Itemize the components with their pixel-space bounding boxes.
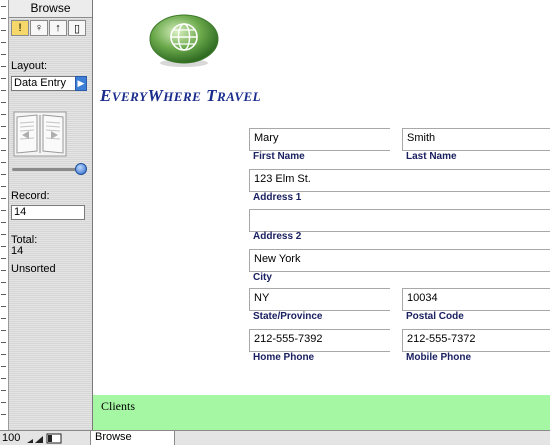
browse-tool-icon[interactable]: ! bbox=[11, 20, 29, 36]
zoom-controls-icon[interactable] bbox=[25, 433, 65, 444]
record-label: Record: bbox=[11, 190, 50, 202]
layout-label: Layout: bbox=[11, 60, 48, 72]
ruler-tick bbox=[1, 54, 6, 55]
ruler-tick bbox=[1, 6, 6, 7]
total-value: 14 bbox=[11, 245, 24, 257]
ruler-tick bbox=[1, 66, 6, 67]
home-phone-label: Home Phone bbox=[253, 352, 315, 363]
city-label: City bbox=[253, 272, 272, 283]
footer-band bbox=[93, 395, 550, 430]
record-book-icon[interactable] bbox=[13, 111, 67, 157]
ruler-tick bbox=[1, 378, 6, 379]
status-area: Browse ! ♀ ↑ ▯ Layout: Data Entry ▶ Reco… bbox=[9, 0, 93, 430]
state-label: State/Province bbox=[253, 311, 323, 322]
ruler-tick bbox=[1, 150, 6, 151]
ruler-tick bbox=[1, 102, 6, 103]
ruler-tick bbox=[1, 330, 6, 331]
ruler-tick bbox=[1, 18, 6, 19]
mobile-phone-label: Mobile Phone bbox=[406, 352, 471, 363]
mobile-phone-field[interactable]: 212-555-7372 bbox=[402, 329, 550, 352]
record-number-input[interactable]: 14 bbox=[11, 205, 85, 220]
ruler-tick bbox=[1, 402, 6, 403]
ruler-tick bbox=[1, 366, 6, 367]
ruler-tick bbox=[1, 246, 6, 247]
chevron-right-icon[interactable]: ▶ bbox=[75, 76, 87, 91]
ruler-tick bbox=[1, 234, 6, 235]
last-name-field[interactable]: Smith bbox=[402, 128, 550, 151]
ruler-tick bbox=[1, 42, 6, 43]
ruler-tick bbox=[1, 174, 6, 175]
record-slider-track[interactable] bbox=[12, 168, 82, 171]
ruler-tick bbox=[1, 318, 6, 319]
footer-table-name: Clients bbox=[101, 399, 136, 413]
ruler-tick bbox=[1, 78, 6, 79]
ruler-tick bbox=[1, 210, 6, 211]
state-field[interactable]: NY bbox=[249, 288, 390, 311]
city-field[interactable]: New York bbox=[249, 249, 550, 272]
ruler-tick bbox=[1, 342, 6, 343]
layout-value: Data Entry bbox=[14, 77, 66, 89]
ruler-tick bbox=[1, 162, 6, 163]
ruler-tick bbox=[1, 126, 6, 127]
ruler-tick bbox=[1, 90, 6, 91]
globe-logo-icon bbox=[149, 14, 219, 67]
ruler-tick bbox=[1, 258, 6, 259]
brand-name: EVERYWHERE TRAVEL bbox=[100, 86, 262, 105]
ruler-tick bbox=[1, 390, 6, 391]
layout-content: EVERYWHERE TRAVEL Mary First Name Smith … bbox=[93, 0, 550, 430]
layout-select[interactable]: Data Entry ▶ bbox=[11, 76, 87, 91]
postal-code-field[interactable]: 10034 bbox=[402, 288, 550, 311]
ruler-tick bbox=[1, 306, 6, 307]
ruler-tick bbox=[1, 30, 6, 31]
first-name-label: First Name bbox=[253, 151, 305, 162]
ruler-tick bbox=[1, 294, 6, 295]
last-name-label: Last Name bbox=[406, 151, 457, 162]
ruler-tick bbox=[1, 138, 6, 139]
postal-code-label: Postal Code bbox=[406, 311, 464, 322]
find-tool-icon[interactable]: ♀ bbox=[30, 20, 48, 36]
address-1-label: Address 1 bbox=[253, 192, 302, 203]
first-name-field[interactable]: Mary bbox=[249, 128, 390, 151]
record-slider-knob[interactable] bbox=[75, 163, 87, 175]
sort-tool-icon[interactable]: ↑ bbox=[49, 20, 67, 36]
ruler-tick bbox=[1, 198, 6, 199]
ruler-tick bbox=[1, 270, 6, 271]
sort-status: Unsorted bbox=[11, 263, 56, 275]
ruler-tick bbox=[1, 186, 6, 187]
address-1-field[interactable]: 123 Elm St. bbox=[249, 169, 550, 192]
home-phone-field[interactable]: 212-555-7392 bbox=[249, 329, 390, 352]
mode-popup[interactable]: Browse bbox=[90, 431, 175, 445]
ruler-tick bbox=[1, 414, 6, 415]
ruler-tick bbox=[1, 114, 6, 115]
vertical-ruler bbox=[0, 0, 9, 430]
address-2-field[interactable] bbox=[249, 209, 550, 232]
preview-tool-icon[interactable]: ▯ bbox=[68, 20, 86, 36]
bottom-status-bar: 100 Browse bbox=[0, 430, 550, 445]
mode-tools: ! ♀ ↑ ▯ bbox=[11, 20, 89, 36]
ruler-tick bbox=[1, 222, 6, 223]
ruler-tick bbox=[1, 354, 6, 355]
ruler-tick bbox=[1, 282, 6, 283]
address-2-label: Address 2 bbox=[253, 231, 302, 242]
mode-title: Browse bbox=[9, 0, 92, 18]
zoom-level[interactable]: 100 bbox=[2, 432, 20, 444]
